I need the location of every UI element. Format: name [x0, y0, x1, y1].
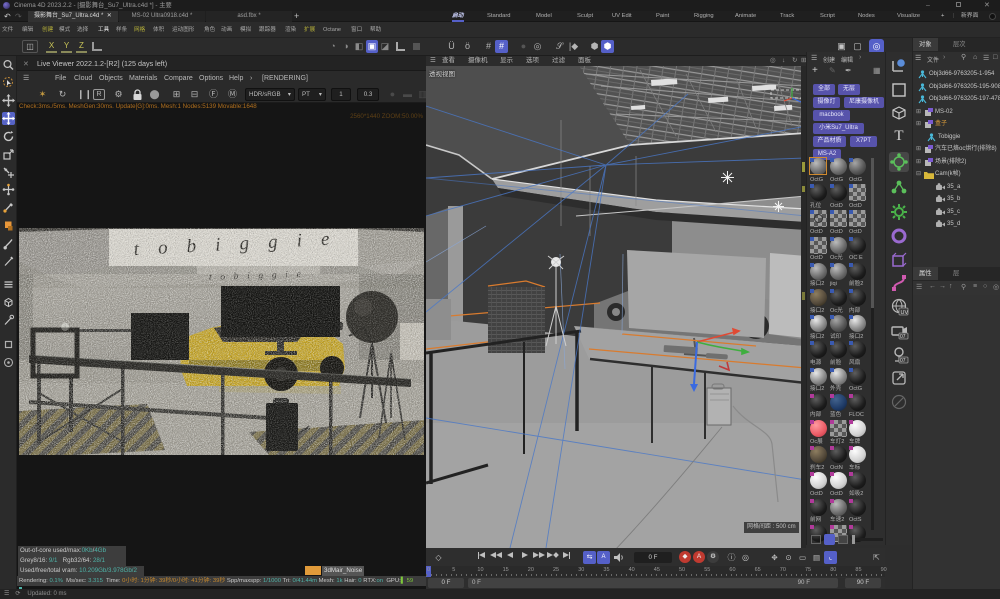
- svg-text:UV: UV: [901, 310, 909, 316]
- svg-text:07: 07: [900, 358, 906, 364]
- svg-text:07: 07: [900, 334, 906, 340]
